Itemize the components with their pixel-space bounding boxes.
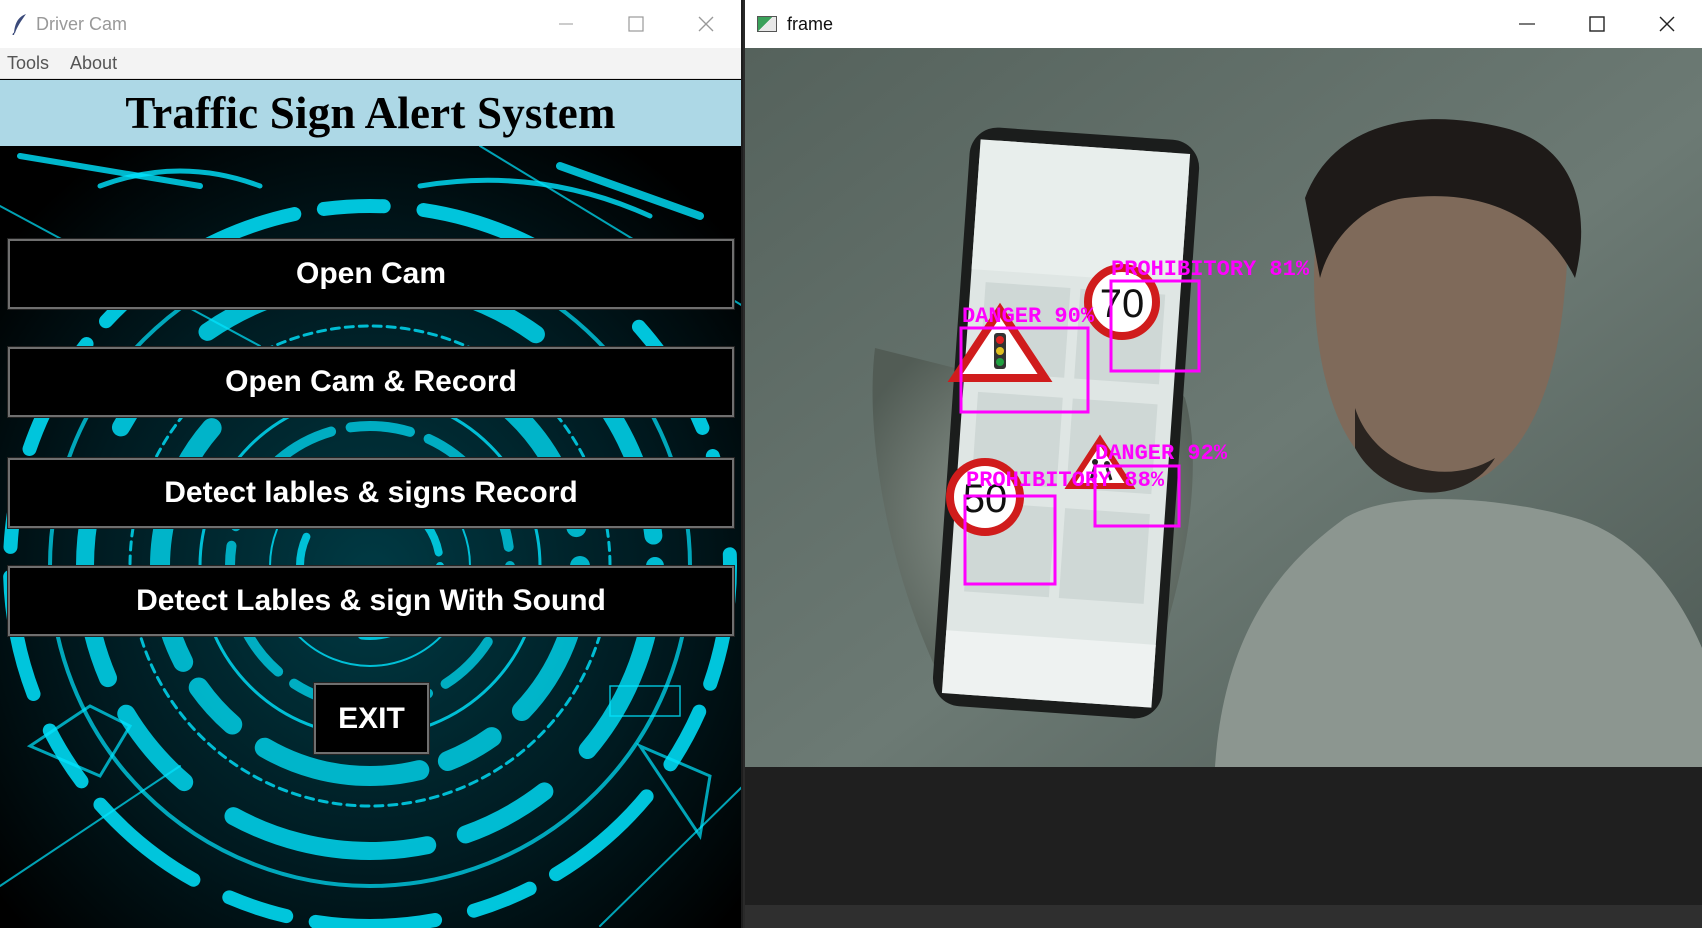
feather-icon (12, 14, 26, 35)
window-controls (1492, 0, 1702, 48)
minimize-button[interactable] (531, 0, 601, 48)
minimize-icon (1519, 23, 1535, 25)
close-icon (698, 16, 714, 32)
header-band: Traffic Sign Alert System (0, 80, 741, 146)
status-strip (745, 905, 1702, 928)
detection-label-3: DANGER 92% (1095, 441, 1228, 466)
close-icon (1659, 16, 1675, 32)
window-controls (531, 0, 741, 48)
driver-cam-window: Driver Cam Tools About Traffic Sign Aler… (0, 0, 743, 928)
open-cam-button[interactable]: Open Cam (7, 238, 735, 310)
open-cam-record-button[interactable]: Open Cam & Record (7, 346, 735, 418)
menu-bar: Tools About (0, 48, 741, 79)
detection-label-4: PROHIBITORY 88% (966, 468, 1165, 493)
minimize-icon (559, 23, 573, 25)
menu-tools[interactable]: Tools (0, 53, 57, 74)
close-button[interactable] (1632, 0, 1702, 48)
window-title: frame (787, 13, 834, 34)
exit-button[interactable]: EXIT (313, 682, 430, 755)
menu-about[interactable]: About (63, 53, 125, 74)
detection-label-1: PROHIBITORY 81% (1111, 257, 1310, 282)
maximize-icon (628, 16, 644, 32)
app-heading: Traffic Sign Alert System (125, 88, 616, 138)
close-button[interactable] (671, 0, 741, 48)
maximize-button[interactable] (1562, 0, 1632, 48)
minimize-button[interactable] (1492, 0, 1562, 48)
detect-record-button[interactable]: Detect lables & signs Record (7, 457, 735, 529)
maximize-button[interactable] (601, 0, 671, 48)
svg-text:70: 70 (1100, 282, 1145, 326)
window-title: Driver Cam (36, 13, 128, 34)
detection-label-2: DANGER 90% (962, 304, 1095, 329)
image-window-icon (757, 16, 777, 32)
frame-window: frame 70 50 PROHIBITORY 81% DANGER 90% D… (745, 0, 1702, 928)
camera-frame: 70 50 PROHIBITORY 81% DANGER 90% DANGER … (745, 48, 1702, 767)
detect-sound-button[interactable]: Detect Lables & sign With Sound (7, 565, 735, 637)
maximize-icon (1589, 16, 1605, 32)
